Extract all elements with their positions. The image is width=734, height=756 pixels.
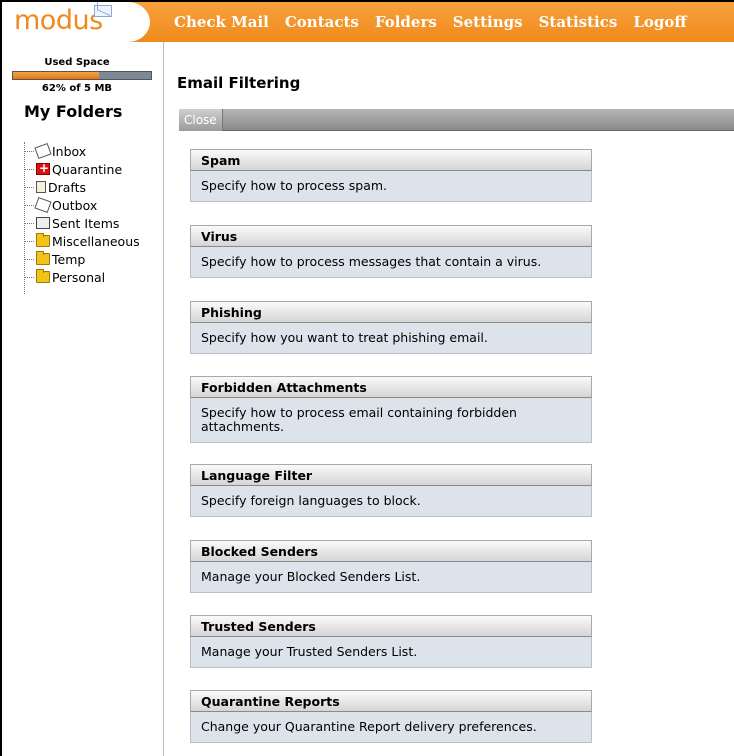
main-content: Email Filtering Close Spam Specify how t…	[165, 42, 734, 756]
section-description: Specify how to process spam.	[190, 171, 592, 202]
filter-section-blocked-senders: Blocked Senders Manage your Blocked Send…	[190, 540, 592, 593]
nav-settings[interactable]: Settings	[453, 13, 523, 31]
folder-label: Quarantine	[52, 161, 123, 177]
folder-drafts[interactable]: Drafts	[24, 178, 140, 196]
nav-check-mail[interactable]: Check Mail	[174, 13, 269, 31]
folder-outbox[interactable]: Outbox	[24, 196, 140, 214]
my-folders-title: My Folders	[24, 102, 123, 121]
logo-text: modus	[14, 5, 103, 36]
folder-label: Inbox	[52, 143, 87, 159]
folder-miscellaneous[interactable]: Miscellaneous	[24, 232, 140, 250]
section-description: Manage your Blocked Senders List.	[190, 562, 592, 593]
drafts-icon	[36, 181, 46, 193]
toolbar: Close	[179, 109, 734, 131]
folder-label: Personal	[52, 269, 106, 285]
folder-personal[interactable]: Personal	[24, 268, 140, 286]
folder-sent-items[interactable]: Sent Items	[24, 214, 140, 232]
nav-statistics[interactable]: Statistics	[539, 13, 618, 31]
filter-section-virus: Virus Specify how to process messages th…	[190, 225, 592, 278]
used-space-text: 62% of 5 MB	[41, 83, 113, 94]
sent-items-icon	[36, 217, 50, 229]
section-header-language-filter[interactable]: Language Filter	[190, 464, 592, 486]
nav-logoff[interactable]: Logoff	[633, 13, 686, 31]
nav-contacts[interactable]: Contacts	[285, 13, 359, 31]
folder-label: Temp	[52, 251, 86, 267]
section-header-quarantine-reports[interactable]: Quarantine Reports	[190, 690, 592, 712]
section-header-spam[interactable]: Spam	[190, 149, 592, 171]
folder-icon	[36, 251, 50, 265]
nav-folders[interactable]: Folders	[375, 13, 437, 31]
used-space-label: Used Space	[44, 57, 110, 68]
section-description: Change your Quarantine Report delivery p…	[190, 712, 592, 743]
section-header-virus[interactable]: Virus	[190, 225, 592, 247]
folder-icon	[36, 233, 50, 247]
section-header-blocked-senders[interactable]: Blocked Senders	[190, 540, 592, 562]
section-description: Specify foreign languages to block.	[190, 486, 592, 517]
section-description: Specify how you want to treat phishing e…	[190, 323, 592, 354]
folder-label: Outbox	[52, 197, 98, 213]
top-navigation-bar: modus Check Mail Contacts Folders Settin…	[2, 2, 734, 42]
sidebar: Used Space 62% of 5 MB My Folders Inbox …	[2, 42, 164, 756]
filter-section-spam: Spam Specify how to process spam.	[190, 149, 592, 202]
page-title: Email Filtering	[177, 74, 301, 92]
section-header-phishing[interactable]: Phishing	[190, 301, 592, 323]
section-description: Specify how to process messages that con…	[190, 247, 592, 278]
folder-label: Sent Items	[52, 215, 120, 231]
folder-icon	[36, 269, 50, 283]
filter-section-trusted-senders: Trusted Senders Manage your Trusted Send…	[190, 615, 592, 668]
section-description: Manage your Trusted Senders List.	[190, 637, 592, 668]
folder-tree: Inbox Quarantine Drafts Outbox Sent Item…	[24, 142, 140, 294]
used-space-fill	[13, 72, 99, 79]
close-button[interactable]: Close	[179, 109, 223, 131]
used-space-bar	[12, 71, 152, 80]
envelope-icon	[94, 5, 112, 17]
folder-label: Miscellaneous	[52, 233, 140, 249]
quarantine-icon	[36, 161, 50, 175]
folder-quarantine[interactable]: Quarantine	[24, 160, 140, 178]
section-header-trusted-senders[interactable]: Trusted Senders	[190, 615, 592, 637]
filter-section-quarantine-reports: Quarantine Reports Change your Quarantin…	[190, 690, 592, 743]
inbox-icon	[34, 142, 52, 160]
section-header-forbidden-attachments[interactable]: Forbidden Attachments	[190, 376, 592, 398]
section-description: Specify how to process email containing …	[190, 398, 592, 443]
folder-inbox[interactable]: Inbox	[24, 142, 140, 160]
folder-temp[interactable]: Temp	[24, 250, 140, 268]
filter-section-forbidden-attachments: Forbidden Attachments Specify how to pro…	[190, 376, 592, 443]
main-nav: Check Mail Contacts Folders Settings Sta…	[174, 2, 703, 42]
outbox-icon	[34, 196, 52, 214]
modus-logo[interactable]: modus	[2, 2, 150, 42]
folder-label: Drafts	[48, 179, 87, 195]
filter-section-language-filter: Language Filter Specify foreign language…	[190, 464, 592, 517]
filter-section-phishing: Phishing Specify how you want to treat p…	[190, 301, 592, 354]
